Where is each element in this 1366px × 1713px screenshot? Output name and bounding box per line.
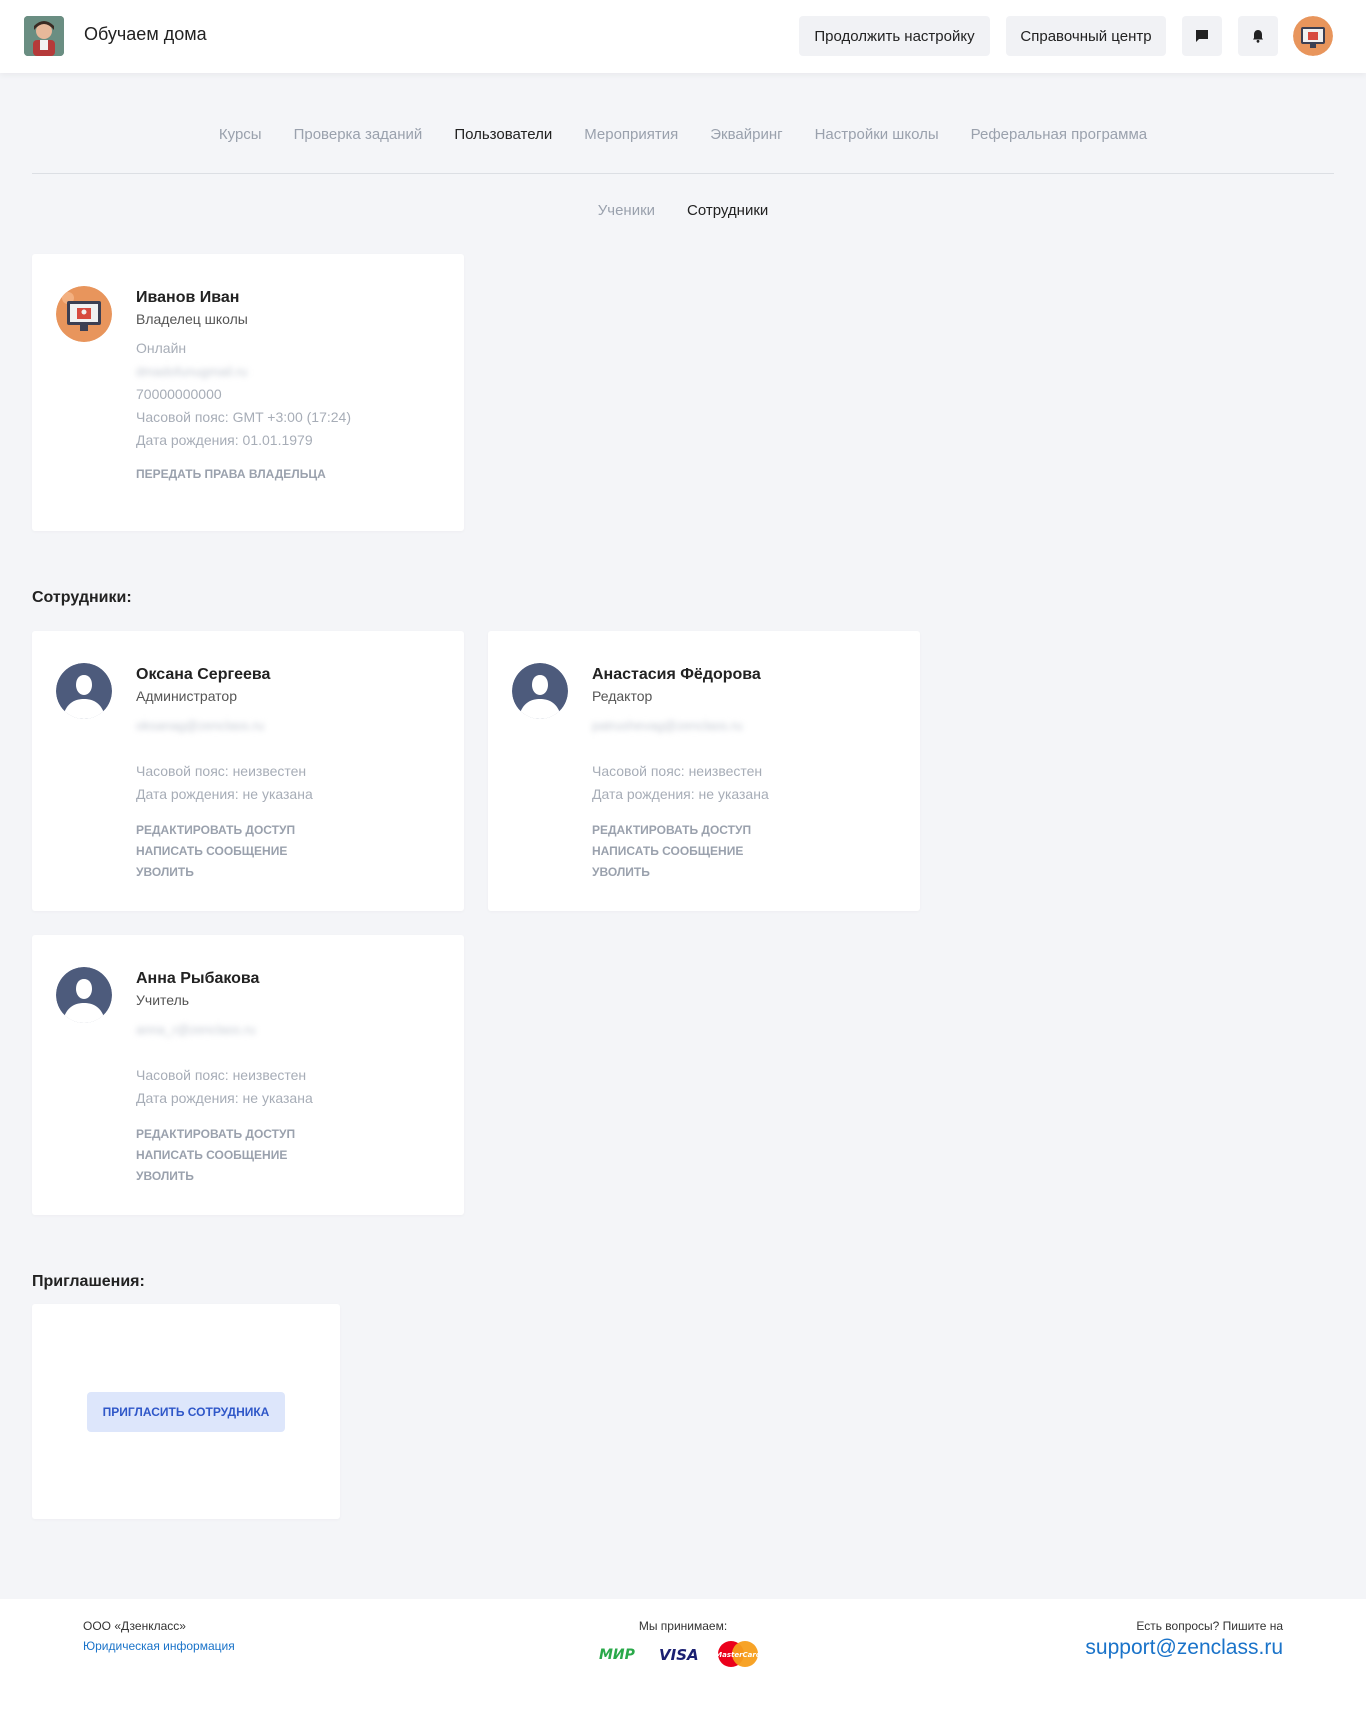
edit-access-link[interactable]: РЕДАКТИРОВАТЬ ДОСТУП: [136, 1124, 448, 1145]
tab-referral[interactable]: Реферальная программа: [971, 126, 1147, 143]
tab-acquiring[interactable]: Эквайринг: [710, 126, 782, 143]
svg-text:VISA: VISA: [659, 1646, 699, 1662]
staff-email: anna_r@zenclass.ru: [136, 1022, 256, 1037]
staff-role: Редактор: [592, 688, 653, 704]
support-email-link[interactable]: support@zenclass.ru: [1085, 1636, 1283, 1660]
staff-role: Администратор: [136, 688, 238, 704]
owner-name: Иванов Иван: [136, 289, 240, 306]
tab-school-settings[interactable]: Настройки школы: [815, 126, 939, 143]
edit-access-link[interactable]: РЕДАКТИРОВАТЬ ДОСТУП: [136, 820, 448, 841]
legal-info-link[interactable]: Юридическая информация: [83, 1639, 235, 1653]
visa-logo-icon: VISA: [659, 1646, 699, 1662]
staff-card: Оксана Сергеева Администратор oksanag@ze…: [32, 631, 464, 911]
fire-link[interactable]: УВОЛИТЬ: [592, 862, 904, 883]
footer: ООО «Дзенкласс» Юридическая информация М…: [0, 1599, 1366, 1713]
send-message-link[interactable]: НАПИСАТЬ СООБЩЕНИЕ: [136, 1145, 448, 1166]
staff-email: oksanag@zenclass.ru: [136, 718, 265, 733]
chat-icon: [1196, 30, 1208, 42]
invite-card: ПРИГЛАСИТЬ СОТРУДНИКА: [32, 1304, 340, 1519]
invite-staff-button[interactable]: ПРИГЛАСИТЬ СОТРУДНИКА: [87, 1392, 285, 1432]
staff-name: Оксана Сергеева: [136, 666, 271, 683]
send-message-link[interactable]: НАПИСАТЬ СООБЩЕНИЕ: [592, 841, 904, 862]
tab-courses[interactable]: Курсы: [219, 126, 262, 143]
tab-students[interactable]: Ученики: [598, 202, 655, 219]
default-avatar-icon: [56, 663, 112, 719]
notifications-button[interactable]: [1238, 16, 1278, 56]
main-nav: Курсы Проверка заданий Пользователи Меро…: [0, 126, 1366, 143]
staff-section-title: Сотрудники:: [32, 589, 132, 606]
staff-card: Анна Рыбакова Учитель anna_r@zenclass.ru…: [32, 935, 464, 1215]
school-name[interactable]: Обучаем дома: [84, 24, 207, 45]
transfer-ownership-link[interactable]: ПЕРЕДАТЬ ПРАВА ВЛАДЕЛЬЦА: [136, 464, 448, 485]
staff-birthday: Дата рождения: не указана: [136, 786, 313, 802]
fire-link[interactable]: УВОЛИТЬ: [136, 1166, 448, 1187]
owner-birthday: Дата рождения: 01.01.1979: [136, 432, 313, 448]
help-center-button[interactable]: Справочный центр: [1006, 16, 1166, 56]
school-logo[interactable]: [24, 16, 64, 56]
staff-role: Учитель: [136, 992, 190, 1008]
mir-logo-icon: МИР: [599, 1647, 636, 1662]
owner-card: Иванов Иван Владелец школы Онлайн dmadof…: [32, 254, 464, 531]
tab-staff[interactable]: Сотрудники: [687, 202, 768, 219]
sub-nav: Ученики Сотрудники: [0, 202, 1366, 219]
svg-text:МИР: МИР: [599, 1647, 636, 1662]
staff-timezone: Часовой пояс: неизвестен: [136, 1067, 307, 1083]
staff-email: patrushevag@zenclass.ru: [592, 718, 743, 733]
nav-divider: [32, 173, 1334, 174]
default-avatar-icon: [56, 967, 112, 1023]
mastercard-logo-icon: MasterCard: [717, 1641, 759, 1667]
staff-birthday: Дата рождения: не указана: [592, 786, 769, 802]
messages-button[interactable]: [1182, 16, 1222, 56]
owner-status: Онлайн: [136, 340, 187, 356]
staff-name: Анастасия Фёдорова: [592, 666, 761, 683]
user-avatar[interactable]: [1293, 16, 1333, 56]
owner-phone: 70000000000: [136, 386, 222, 402]
svg-text:MasterCard: MasterCard: [717, 1651, 759, 1659]
send-message-link[interactable]: НАПИСАТЬ СООБЩЕНИЕ: [136, 841, 448, 862]
payment-logos: МИР VISA MasterCard: [599, 1640, 759, 1668]
staff-birthday: Дата рождения: не указана: [136, 1090, 313, 1106]
tab-events[interactable]: Мероприятия: [584, 126, 678, 143]
owner-email: dmadofunugmail.ru: [136, 364, 248, 379]
edit-access-link[interactable]: РЕДАКТИРОВАТЬ ДОСТУП: [592, 820, 904, 841]
tab-assignments[interactable]: Проверка заданий: [294, 126, 423, 143]
invites-section-title: Приглашения:: [32, 1273, 145, 1290]
owner-role: Владелец школы: [136, 311, 248, 327]
staff-name: Анна Рыбакова: [136, 970, 260, 987]
tab-users[interactable]: Пользователи: [454, 126, 552, 143]
owner-avatar: [56, 286, 112, 342]
staff-timezone: Часовой пояс: неизвестен: [592, 763, 763, 779]
bell-icon: [1253, 30, 1263, 43]
fire-link[interactable]: УВОЛИТЬ: [136, 862, 448, 883]
default-avatar-icon: [512, 663, 568, 719]
staff-card: Анастасия Фёдорова Редактор patrushevag@…: [488, 631, 920, 911]
questions-label: Есть вопросы? Пишите на: [1136, 1619, 1283, 1633]
top-header: Обучаем дома Продолжить настройку Справо…: [0, 0, 1366, 73]
owner-timezone: Часовой пояс: GMT +3:00 (17:24): [136, 409, 351, 425]
continue-setup-button[interactable]: Продолжить настройку: [799, 16, 990, 56]
staff-timezone: Часовой пояс: неизвестен: [136, 763, 307, 779]
